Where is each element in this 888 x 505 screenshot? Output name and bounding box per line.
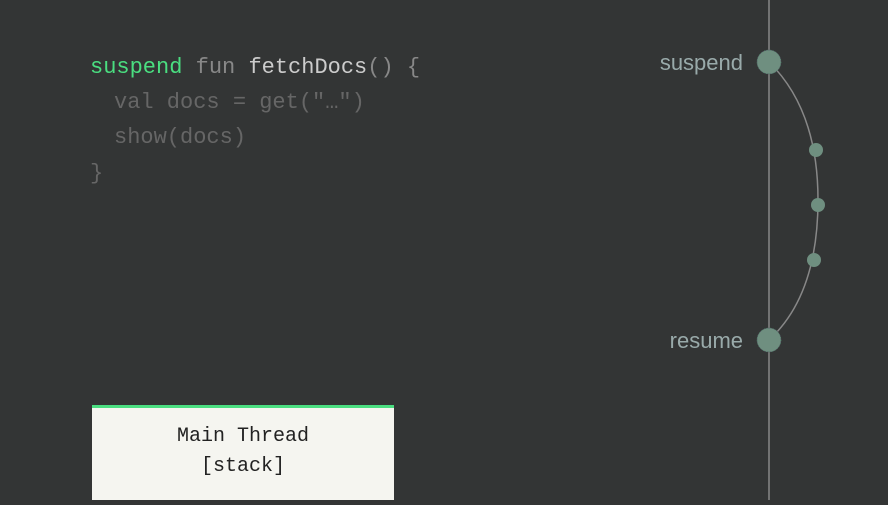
- keyword-suspend: suspend: [90, 55, 182, 80]
- thread-stack-box: Main Thread [stack]: [92, 405, 394, 500]
- open-brace: {: [407, 55, 420, 80]
- code-block: suspend fun fetchDocs() { val docs = get…: [90, 50, 420, 191]
- timeline-label-suspend: suspend: [660, 50, 743, 76]
- timeline-diagram: suspend resume: [628, 0, 888, 500]
- thread-title: Main Thread: [102, 422, 384, 452]
- function-name: fetchDocs: [248, 55, 367, 80]
- code-line-3: show(docs): [90, 120, 420, 155]
- code-line-4: }: [90, 156, 420, 191]
- code-line-2: val docs = get("…"): [90, 85, 420, 120]
- keyword-fun: fun: [196, 55, 236, 80]
- timeline-label-resume: resume: [670, 328, 743, 354]
- code-line-1: suspend fun fetchDocs() {: [90, 50, 420, 85]
- thread-subtitle: [stack]: [102, 452, 384, 482]
- parens: (): [367, 55, 393, 80]
